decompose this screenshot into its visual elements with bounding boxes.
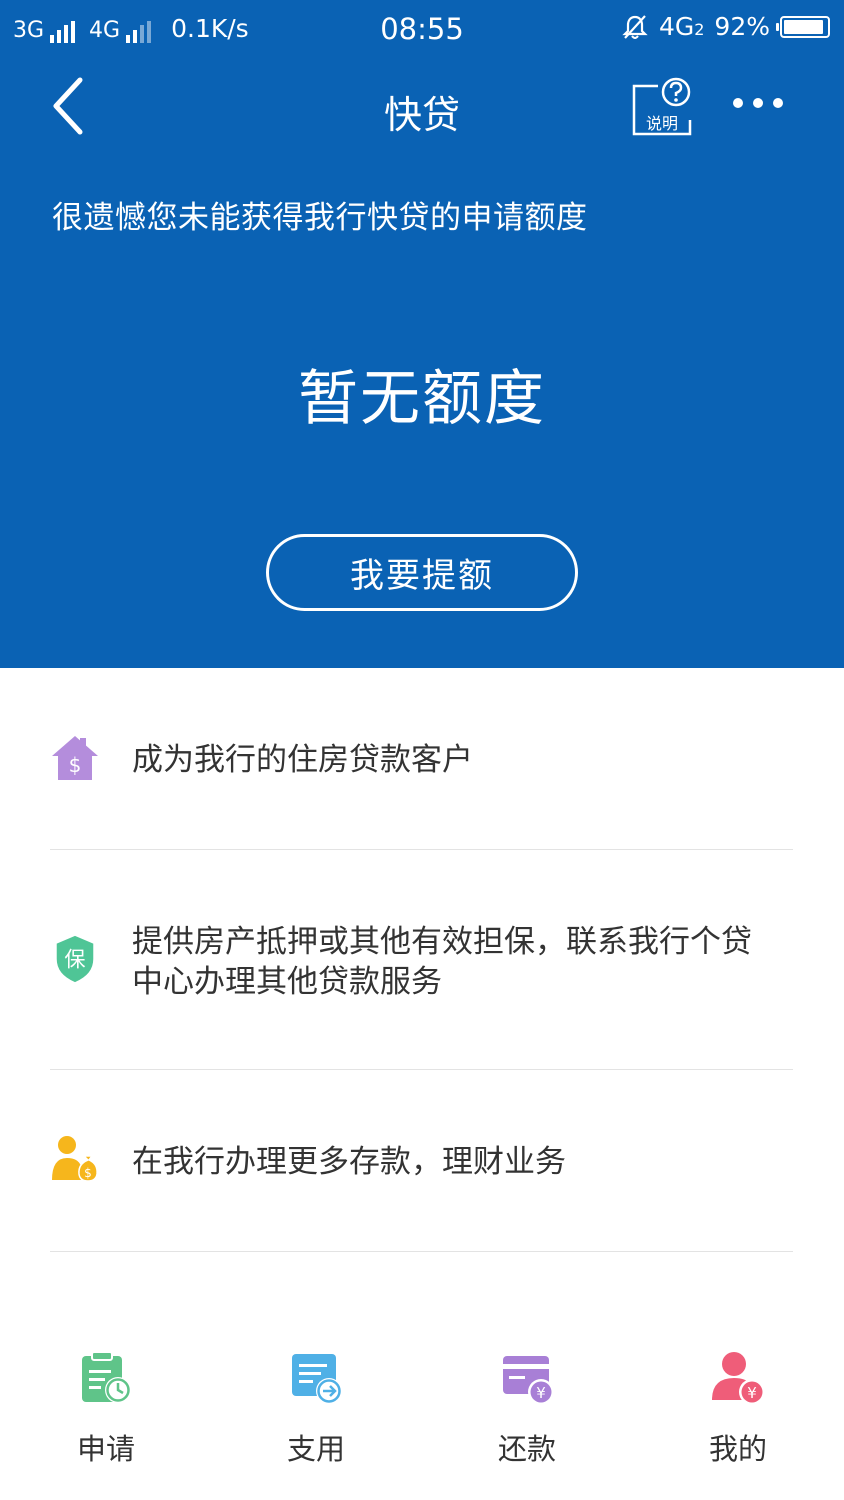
raise-limit-button[interactable]: 我要提额 — [266, 534, 578, 611]
repay-yuan-icon: ¥ — [503, 1356, 554, 1405]
tip-item-guarantee: 保 提供房产抵押或其他有效担保，联系我行个贷中心办理其他贷款服务 — [50, 850, 793, 1070]
tip-item-mortgage: $ 成为我行的住房贷款客户 — [50, 668, 793, 850]
tip-text: 在我行办理更多存款，理财业务 — [132, 1144, 566, 1180]
tip-text: 提供房产抵押或其他有效担保，联系我行个贷中心办理其他贷款服务 — [132, 924, 752, 1000]
bottom-tab-bar: 申请 支用 ¥ 还款 ¥ 我的 — [0, 1330, 844, 1500]
apply-clipboard-icon — [82, 1351, 131, 1403]
shield-guarantee-icon: 保 — [56, 935, 94, 983]
tab-apply[interactable]: 申请 — [46, 1350, 166, 1480]
tip-text: 成为我行的住房贷款客户 — [132, 742, 473, 778]
page-title: 快贷 — [383, 93, 460, 137]
help-label: 说明 — [645, 114, 678, 133]
withdraw-card-icon — [292, 1354, 342, 1404]
more-button[interactable] — [730, 88, 786, 118]
battery-percent: 92% — [714, 12, 770, 41]
notice-text: 很遗憾您未能获得我行快贷的申请额度 — [52, 200, 588, 236]
alarm-off-icon — [622, 14, 648, 39]
status-bar: 3G 4G 0.1K/s 08:55 4G2 92% — [0, 0, 844, 58]
battery-icon — [776, 15, 830, 38]
tab-label: 我的 — [708, 1432, 767, 1466]
tab-my[interactable]: ¥ 我的 — [678, 1350, 798, 1480]
svg-text:$: $ — [69, 753, 82, 777]
svg-text:$: $ — [84, 1166, 92, 1180]
more-dots-icon — [733, 98, 783, 108]
person-moneybag-icon: $ — [52, 1136, 98, 1182]
tab-label: 支用 — [286, 1432, 345, 1466]
network-type-3: 4G2 — [658, 12, 705, 41]
svg-text:¥: ¥ — [747, 1384, 757, 1402]
house-dollar-icon: $ — [52, 736, 98, 780]
help-button[interactable]: 说明 — [630, 76, 694, 138]
nav-bar: 快贷 说明 — [0, 62, 844, 152]
status-right: 4G2 92% — [621, 12, 830, 41]
tab-label: 还款 — [497, 1432, 556, 1466]
shield-char: 保 — [64, 947, 85, 972]
tab-repay[interactable]: ¥ 还款 — [467, 1350, 587, 1480]
credit-amount: 暂无额度 — [298, 364, 546, 434]
tip-item-deposit: $ 在我行办理更多存款，理财业务 — [50, 1070, 793, 1252]
hero-panel: 3G 4G 0.1K/s 08:55 4G2 92% 快贷 说明 很遗憾您未能获… — [0, 0, 844, 668]
tab-withdraw[interactable]: 支用 — [256, 1350, 376, 1480]
my-profile-icon: ¥ — [712, 1352, 765, 1405]
tab-label: 申请 — [76, 1432, 135, 1466]
svg-text:¥: ¥ — [536, 1384, 546, 1402]
